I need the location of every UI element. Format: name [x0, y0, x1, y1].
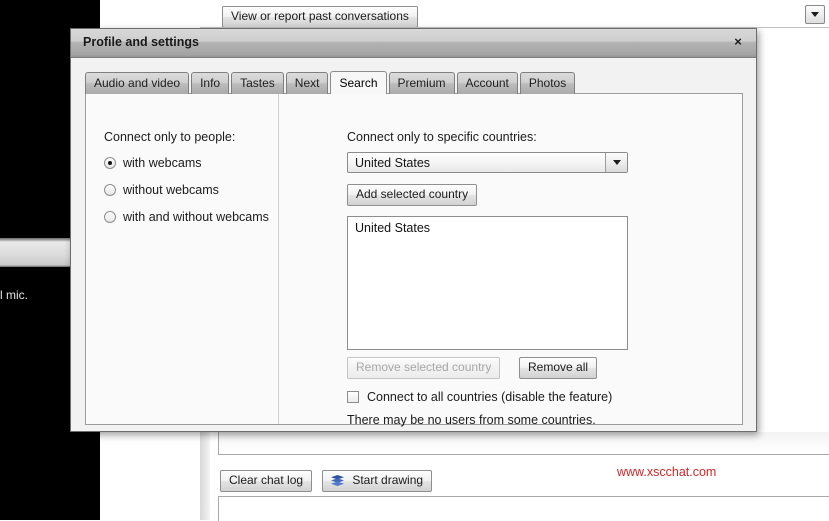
countries-note-text: There may be no users from some countrie… [347, 413, 596, 427]
radio-icon [104, 184, 116, 196]
connect-all-countries-checkbox-row[interactable]: Connect to all countries (disable the fe… [347, 390, 612, 404]
profile-and-settings-dialog: Profile and settings × Audio and video I… [70, 28, 757, 432]
radio-option-without-webcams[interactable]: without webcams [104, 183, 219, 197]
remove-selected-country-button: Remove selected country [347, 357, 501, 379]
search-tab-panel: Connect only to people: with webcams wit… [85, 93, 743, 427]
radio-label-with-webcams: with webcams [123, 156, 202, 170]
remove-all-button[interactable]: Remove all [519, 357, 598, 379]
dialog-titlebar[interactable]: Profile and settings × [71, 29, 756, 58]
radio-option-with-webcams[interactable]: with webcams [104, 156, 202, 170]
chevron-down-icon[interactable] [605, 153, 627, 172]
view-past-conversations-button[interactable]: View or report past conversations [222, 6, 418, 28]
checkbox-icon[interactable] [347, 391, 359, 403]
left-gutter [200, 428, 210, 520]
tab-info[interactable]: Info [191, 72, 230, 94]
radio-icon [104, 211, 116, 223]
tab-strip: Audio and video Info Tastes Next Search … [85, 71, 577, 94]
add-selected-country-button[interactable]: Add selected country [347, 184, 478, 206]
tab-audio-and-video[interactable]: Audio and video [85, 72, 190, 94]
start-drawing-label: Start drawing [352, 473, 424, 487]
connect-all-countries-label: Connect to all countries (disable the fe… [367, 390, 613, 404]
watermark-text: www.xscchat.com [617, 465, 717, 479]
close-icon[interactable]: × [730, 34, 746, 50]
country-select-value: United States [355, 155, 431, 170]
layers-icon [331, 475, 344, 486]
radio-label-without-webcams: without webcams [123, 183, 219, 197]
selected-countries-list[interactable]: United States [347, 216, 628, 350]
dialog-body: Audio and video Info Tastes Next Search … [71, 58, 756, 431]
start-drawing-button[interactable]: Start drawing [322, 470, 433, 492]
tab-account[interactable]: Account [456, 72, 518, 94]
chat-log-box[interactable] [218, 432, 829, 455]
chevron-down-icon [811, 12, 819, 17]
connect-to-people-label: Connect only to people: [104, 130, 236, 144]
radio-label-with-and-without-webcams: with and without webcams [123, 210, 269, 224]
chat-input-box[interactable] [218, 496, 829, 521]
video-toolbar [0, 238, 73, 267]
tab-search[interactable]: Search [330, 71, 387, 94]
list-item[interactable]: United States [348, 217, 627, 237]
country-select-dropdown[interactable]: United States [347, 152, 628, 173]
tab-photos[interactable]: Photos [519, 72, 576, 94]
tab-next[interactable]: Next [285, 72, 329, 94]
tab-premium[interactable]: Premium [388, 72, 455, 94]
connect-to-people-pane: Connect only to people: with webcams wit… [86, 94, 278, 424]
dialog-title: Profile and settings [83, 35, 199, 49]
radio-option-with-and-without-webcams[interactable]: with and without webcams [104, 210, 269, 224]
radio-icon-checked [104, 157, 116, 169]
specific-countries-pane: Connect only to specific countries: Unit… [279, 94, 742, 427]
clear-chat-log-button[interactable]: Clear chat log [220, 470, 313, 492]
tab-tastes[interactable]: Tastes [231, 72, 284, 94]
top-right-dropdown-button[interactable] [805, 5, 825, 24]
specific-countries-label: Connect only to specific countries: [347, 130, 537, 144]
